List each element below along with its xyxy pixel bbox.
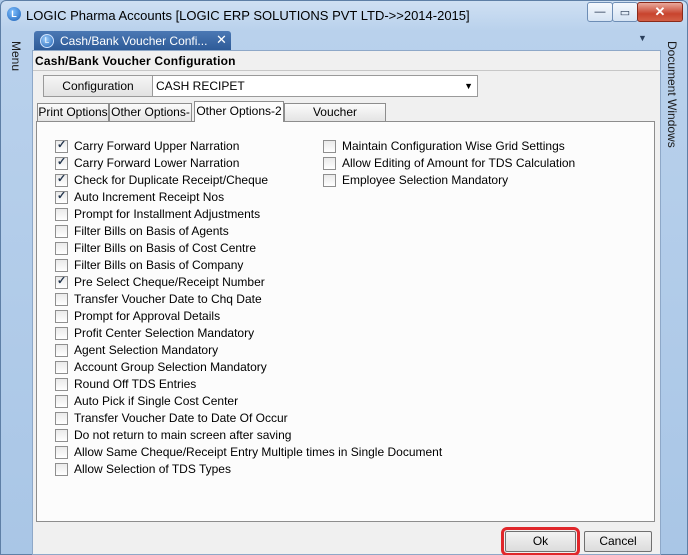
checkbox[interactable]	[55, 241, 68, 255]
option-label: Filter Bills on Basis of Cost Centre	[74, 241, 257, 255]
app-logo-icon: L	[7, 7, 21, 21]
option-agent-mandatory[interactable]: Agent Selection Mandatory	[55, 342, 218, 358]
other-options-2-panel: Carry Forward Upper Narration Carry Forw…	[36, 121, 655, 522]
checkbox[interactable]	[55, 258, 68, 272]
option-filter-company[interactable]: Filter Bills on Basis of Company	[55, 257, 243, 273]
option-label: Allow Selection of TDS Types	[74, 462, 231, 476]
checkbox[interactable]	[55, 224, 68, 238]
option-label: Do not return to main screen after savin…	[74, 428, 292, 442]
window-title: LOGIC Pharma Accounts [LOGIC ERP SOLUTIO…	[26, 8, 470, 23]
checkbox-checked[interactable]	[55, 189, 68, 204]
option-label: Prompt for Installment Adjustments	[74, 207, 261, 221]
option-profit-center-mandatory[interactable]: Profit Center Selection Mandatory	[55, 325, 254, 341]
option-allow-tds-types[interactable]: Allow Selection of TDS Types	[55, 461, 231, 477]
checkbox-checked[interactable]	[55, 172, 68, 187]
checkbox-checked[interactable]	[55, 274, 68, 289]
option-label: Filter Bills on Basis of Company	[74, 258, 244, 272]
title-divider	[33, 70, 660, 71]
option-carry-forward-upper-narration[interactable]: Carry Forward Upper Narration	[55, 138, 239, 154]
option-label: Profit Center Selection Mandatory	[74, 326, 255, 340]
option-filter-agents[interactable]: Filter Bills on Basis of Agents	[55, 223, 229, 239]
option-prompt-approval[interactable]: Prompt for Approval Details	[55, 308, 220, 324]
voucher-configuration-form: Cash/Bank Voucher Configuration Configur…	[32, 50, 661, 555]
option-label: Pre Select Cheque/Receipt Number	[74, 275, 265, 289]
configuration-select[interactable]: CASH RECIPET ▼	[152, 75, 478, 97]
tab-other-options-1[interactable]: Other Options-1	[109, 103, 192, 136]
configuration-select-value: CASH RECIPET	[156, 79, 245, 93]
title-bar[interactable]: L LOGIC Pharma Accounts [LOGIC ERP SOLUT…	[1, 1, 687, 29]
option-label: Carry Forward Upper Narration	[74, 139, 240, 153]
option-label: Employee Selection Mandatory	[342, 173, 509, 187]
option-label: Auto Increment Receipt Nos	[74, 190, 225, 204]
checkbox-checked[interactable]	[55, 138, 68, 153]
checkbox[interactable]	[55, 343, 68, 357]
option-do-not-return[interactable]: Do not return to main screen after savin…	[55, 427, 291, 443]
document-tab-close-icon[interactable]: ✕	[216, 32, 227, 48]
option-label: Agent Selection Mandatory	[74, 343, 219, 357]
option-label: Transfer Voucher Date to Date Of Occur	[74, 411, 288, 425]
option-label: Allow Same Cheque/Receipt Entry Multiple…	[74, 445, 443, 459]
checkbox[interactable]	[323, 173, 336, 187]
option-auto-pick-cost-center[interactable]: Auto Pick if Single Cost Center	[55, 393, 238, 409]
checkbox[interactable]	[55, 326, 68, 340]
option-allow-editing-tds-amount[interactable]: Allow Editing of Amount for TDS Calculat…	[323, 155, 575, 171]
option-account-group-mandatory[interactable]: Account Group Selection Mandatory	[55, 359, 267, 375]
maximize-button[interactable]: ▭	[612, 2, 638, 22]
option-filter-cost-centre[interactable]: Filter Bills on Basis of Cost Centre	[55, 240, 256, 256]
option-transfer-chq-date[interactable]: Transfer Voucher Date to Chq Date	[55, 291, 262, 307]
option-prompt-installment[interactable]: Prompt for Installment Adjustments	[55, 206, 260, 222]
checkbox[interactable]	[55, 445, 68, 459]
option-label: Filter Bills on Basis of Agents	[74, 224, 229, 238]
document-tab-cash-bank-voucher[interactable]: L Cash/Bank Voucher Confi... ✕	[34, 31, 231, 50]
checkbox-checked[interactable]	[55, 155, 68, 170]
checkbox[interactable]	[55, 309, 68, 323]
form-title: Cash/Bank Voucher Configuration	[35, 54, 236, 68]
checkbox[interactable]	[55, 462, 68, 476]
minimize-button[interactable]: —	[587, 2, 613, 22]
checkbox[interactable]	[55, 377, 68, 391]
document-tab-logo-icon: L	[40, 34, 54, 48]
option-label: Check for Duplicate Receipt/Cheque	[74, 173, 269, 187]
document-windows-label: Document Windows	[665, 41, 679, 148]
checkbox[interactable]	[323, 139, 336, 153]
checkbox[interactable]	[55, 207, 68, 221]
option-label: Prompt for Approval Details	[74, 309, 221, 323]
option-maintain-grid-settings[interactable]: Maintain Configuration Wise Grid Setting…	[323, 138, 565, 154]
cancel-button[interactable]: Cancel	[584, 531, 652, 552]
option-carry-forward-lower-narration[interactable]: Carry Forward Lower Narration	[55, 155, 239, 171]
option-check-duplicate-receipt[interactable]: Check for Duplicate Receipt/Cheque	[55, 172, 268, 188]
checkbox[interactable]	[55, 411, 68, 425]
tab-print-options[interactable]: Print Options	[37, 103, 109, 121]
option-label: Auto Pick if Single Cost Center	[74, 394, 239, 408]
menu-label: Menu	[9, 41, 23, 72]
chevron-down-icon[interactable]: ▼	[464, 76, 473, 96]
checkbox[interactable]	[55, 428, 68, 442]
option-label: Account Group Selection Mandatory	[74, 360, 267, 374]
option-auto-increment-receipt[interactable]: Auto Increment Receipt Nos	[55, 189, 224, 205]
option-pre-select-cheque[interactable]: Pre Select Cheque/Receipt Number	[55, 274, 265, 290]
tab-voucher-numbering[interactable]: Voucher Numbering	[284, 103, 386, 136]
option-round-off-tds[interactable]: Round Off TDS Entries	[55, 376, 196, 392]
tab-other-options-2[interactable]: Other Options-2	[194, 101, 284, 122]
document-windows-side-panel[interactable]: Document Windows	[661, 31, 683, 546]
option-label: Maintain Configuration Wise Grid Setting…	[342, 139, 565, 153]
checkbox[interactable]	[55, 292, 68, 306]
option-transfer-date-occur[interactable]: Transfer Voucher Date to Date Of Occur	[55, 410, 288, 426]
menu-side-panel[interactable]: Menu	[5, 31, 27, 546]
option-label: Allow Editing of Amount for TDS Calculat…	[342, 156, 576, 170]
option-employee-mandatory[interactable]: Employee Selection Mandatory	[323, 172, 508, 188]
tab-list-dropdown-icon[interactable]: ▼	[638, 33, 647, 43]
app-window: L LOGIC Pharma Accounts [LOGIC ERP SOLUT…	[0, 0, 688, 555]
ok-button[interactable]: Ok	[501, 527, 580, 555]
option-label: Transfer Voucher Date to Chq Date	[74, 292, 262, 306]
configuration-label-button[interactable]: Configuration	[43, 75, 153, 97]
checkbox[interactable]	[323, 156, 336, 170]
option-allow-same-cheque[interactable]: Allow Same Cheque/Receipt Entry Multiple…	[55, 444, 442, 460]
checkbox[interactable]	[55, 360, 68, 374]
checkbox[interactable]	[55, 394, 68, 408]
option-label: Carry Forward Lower Narration	[74, 156, 240, 170]
close-window-button[interactable]: ✕	[637, 2, 683, 22]
option-label: Round Off TDS Entries	[74, 377, 197, 391]
document-tab-label: Cash/Bank Voucher Confi...	[60, 34, 208, 48]
